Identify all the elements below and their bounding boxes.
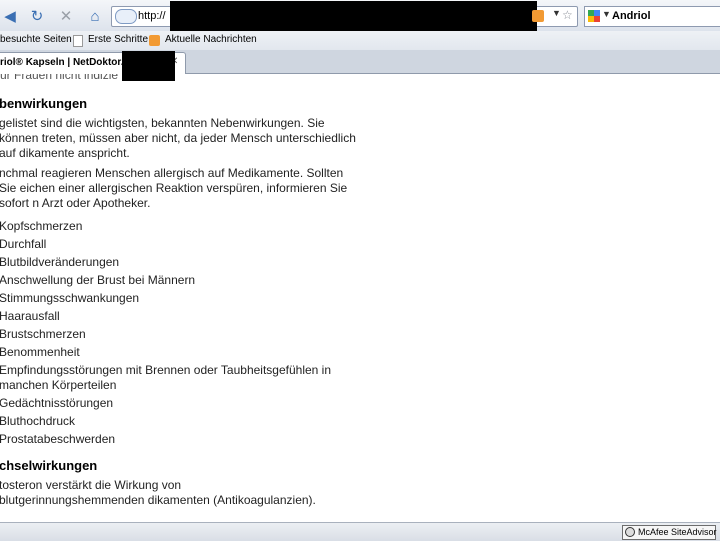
side-effects-heading: benwirkungen <box>0 96 88 111</box>
list-item: Gedächtnisstörungen <box>0 396 114 410</box>
navigation-toolbar: ◀ ↻ ✕ ⌂ http:// ▼ ☆ ▼ <box>0 0 720 32</box>
search-input[interactable] <box>612 8 718 23</box>
google-icon[interactable] <box>588 10 600 22</box>
mcafee-icon <box>625 527 635 537</box>
stop-icon[interactable]: ✕ <box>56 6 76 26</box>
bookmark-aktuelle-nachrichten[interactable]: Aktuelle Nachrichten <box>165 34 257 45</box>
list-item: Benommenheit <box>0 345 80 359</box>
interactions-text: tosteron verstärkt die Wirkung von blutg… <box>0 478 316 507</box>
list-item: Stimmungsschwankungen <box>0 291 140 305</box>
list-item: Anschwellung der Brust bei Männern <box>0 273 196 287</box>
mcafee-siteadvisor-button[interactable]: McAfee SiteAdvisor <box>622 525 717 540</box>
back-arrow-icon[interactable]: ◀ <box>0 6 20 26</box>
list-item: Empfindungsstörungen mit Brennen oder Ta… <box>0 363 332 392</box>
status-bar: McAfee SiteAdvisor <box>0 522 720 541</box>
page-icon <box>73 35 83 47</box>
list-item: Haarausfall <box>0 309 60 323</box>
url-dropdown-icon[interactable]: ▼ <box>552 8 561 18</box>
rss-icon[interactable] <box>532 10 544 22</box>
mcafee-label: McAfee SiteAdvisor <box>638 527 717 537</box>
engine-dropdown-icon[interactable]: ▼ <box>602 9 611 19</box>
cut-off-text: ür Frauen nicht indizie <box>0 74 119 82</box>
bookmark-star-icon[interactable]: ☆ <box>562 8 573 22</box>
list-item: Blutbildveränderungen <box>0 255 120 269</box>
side-effects-intro: gelistet sind die wichtigsten, bekannten… <box>0 116 356 160</box>
search-bar[interactable]: ▼ <box>584 6 720 27</box>
url-text: http:// <box>138 10 166 22</box>
list-item: Bluthochdruck <box>0 414 76 428</box>
bookmark-besuchte-seiten[interactable]: besuchte Seiten <box>0 34 72 45</box>
page-content: ür Frauen nicht indizie benwirkungen gel… <box>0 74 720 522</box>
interactions-heading: chselwirkungen <box>0 458 98 473</box>
list-item: Prostatabeschwerden <box>0 432 116 446</box>
url-bar[interactable]: http:// ▼ ☆ <box>111 1 578 31</box>
reload-icon[interactable]: ↻ <box>27 6 47 26</box>
list-item: Kopfschmerzen <box>0 219 83 233</box>
tab-strip: riol® Kapseln | NetDoktor.d ✕ <box>0 50 720 81</box>
allergy-note: nchmal reagieren Menschen allergisch auf… <box>0 166 348 210</box>
side-effects-list: Kopfschmerzen Durchfall Blutbildveränder… <box>0 219 344 450</box>
bookmarks-toolbar: besuchte Seiten Erste Schritte Aktuelle … <box>0 31 720 51</box>
tab-andriol[interactable]: riol® Kapseln | NetDoktor.d ✕ <box>0 51 186 81</box>
redaction-box <box>170 1 537 31</box>
list-item: Brustschmerzen <box>0 327 86 341</box>
bookmark-erste-schritte[interactable]: Erste Schritte <box>88 34 148 45</box>
site-identity-icon[interactable] <box>115 9 137 24</box>
list-item: Durchfall <box>0 237 47 251</box>
home-icon[interactable]: ⌂ <box>85 6 105 26</box>
rss-icon <box>149 35 160 46</box>
tab-title: riol® Kapseln | NetDoktor.d <box>0 57 130 68</box>
